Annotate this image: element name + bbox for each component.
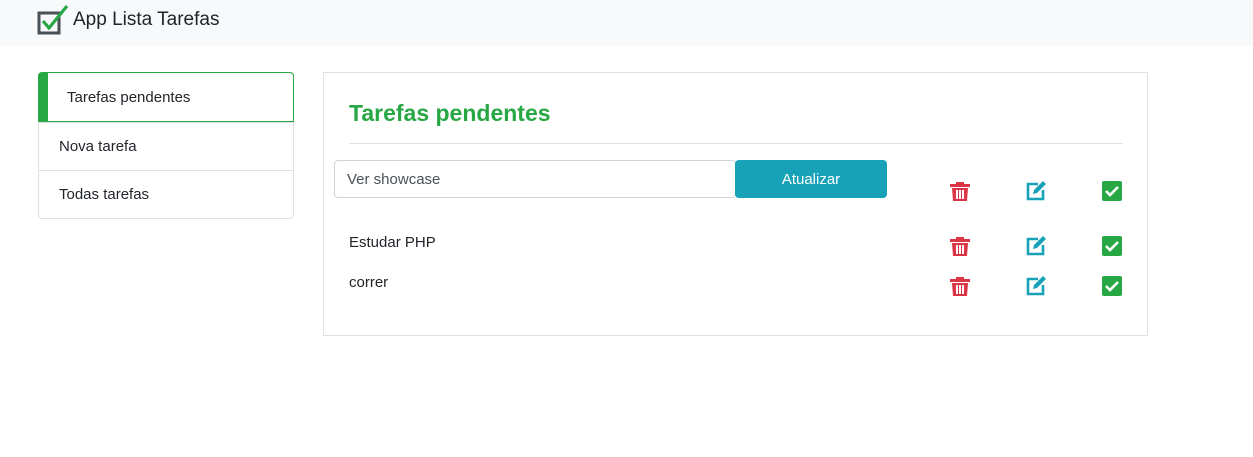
task-text: correr [349,274,389,291]
sidebar-menu: Tarefas pendentes Nova tarefa Todas tare… [38,72,294,219]
edit-icon[interactable] [1025,180,1047,202]
tasks-card: Tarefas pendentes Atualizar Estudar PHP … [323,72,1148,336]
checkbox-logo-icon [36,4,70,36]
trash-icon[interactable] [949,180,971,202]
sidebar-item-nova-tarefa[interactable]: Nova tarefa [39,122,293,170]
update-button[interactable]: Atualizar [735,160,887,198]
sidebar-item-todas-tarefas[interactable]: Todas tarefas [39,170,293,218]
check-square-icon[interactable] [1101,180,1123,202]
page-title: Tarefas pendentes [349,100,551,126]
sidebar-item-tarefas-pendentes[interactable]: Tarefas pendentes [38,72,294,122]
task-edit-input[interactable] [334,160,736,198]
divider [349,143,1123,144]
check-square-icon[interactable] [1101,235,1123,257]
edit-icon[interactable] [1025,275,1047,297]
navbar: App Lista Tarefas [0,0,1253,46]
task-text: Estudar PHP [349,234,436,251]
trash-icon[interactable] [949,275,971,297]
app-title[interactable]: App Lista Tarefas [73,9,219,31]
edit-icon[interactable] [1025,235,1047,257]
check-square-icon[interactable] [1101,275,1123,297]
trash-icon[interactable] [949,235,971,257]
